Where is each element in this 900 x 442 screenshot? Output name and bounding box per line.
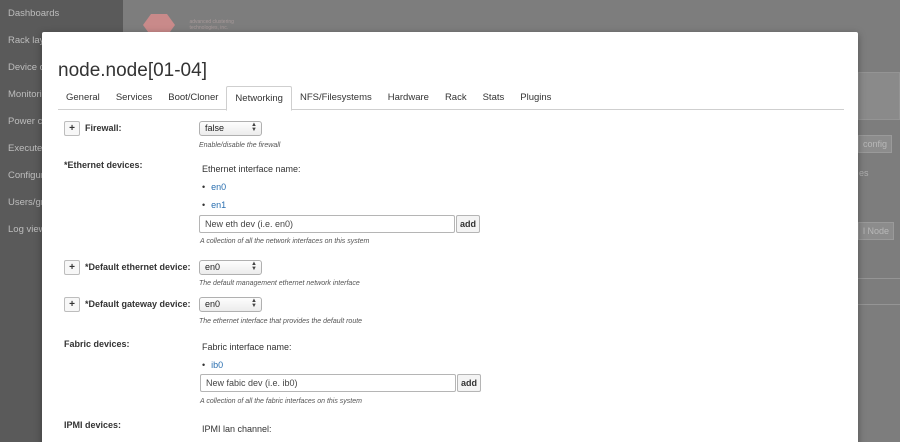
- default-ethernet-select[interactable]: en0 ▲ ▼: [199, 260, 262, 275]
- background-node-button: l Node: [858, 222, 895, 240]
- default-gateway-row: + *Default gateway device:: [64, 297, 191, 312]
- default-ethernet-expand-button[interactable]: +: [64, 260, 80, 275]
- fabric-device-item[interactable]: • ib0: [202, 360, 223, 370]
- ethernet-devices-label: *Ethernet devices:: [64, 160, 143, 170]
- bullet-icon: •: [202, 200, 206, 210]
- bullet-icon: •: [202, 182, 206, 192]
- default-gateway-label: *Default gateway device:: [85, 298, 191, 309]
- ethernet-help: A collection of all the network interfac…: [200, 238, 370, 245]
- background-text: es: [859, 168, 869, 178]
- default-ethernet-help: The default management ethernet network …: [199, 280, 360, 287]
- new-fabric-dev-input[interactable]: New fabic dev (i.e. ib0): [200, 374, 456, 392]
- tab-boot-cloner[interactable]: Boot/Cloner: [160, 86, 226, 110]
- background-divider: [858, 278, 900, 279]
- background-config-button: config: [858, 135, 893, 153]
- modal-tabs: General Services Boot/Cloner Networking …: [58, 86, 844, 111]
- select-arrows-icon: ▲ ▼: [251, 298, 257, 309]
- tab-general[interactable]: General: [58, 86, 108, 110]
- fabric-help: A collection of all the fabric interface…: [200, 398, 362, 405]
- fabric-devices-label: Fabric devices:: [64, 339, 130, 349]
- tab-hardware[interactable]: Hardware: [380, 86, 437, 110]
- ipmi-lan-channel-label: IPMI lan channel:: [202, 424, 272, 434]
- default-ethernet-row: + *Default ethernet device:: [64, 260, 191, 275]
- firewall-label: Firewall:: [85, 122, 122, 133]
- tab-rack[interactable]: Rack: [437, 86, 475, 110]
- default-gateway-select[interactable]: en0 ▲ ▼: [199, 297, 262, 312]
- firewall-select-value: false: [205, 123, 225, 133]
- fabric-interface-label: Fabric interface name:: [202, 342, 292, 352]
- background-divider: [858, 304, 900, 305]
- tab-stats[interactable]: Stats: [475, 86, 513, 110]
- select-arrows-icon: ▲ ▼: [251, 122, 257, 133]
- logo-text: advanced clustering technologies, inc.: [189, 19, 234, 31]
- node-edit-modal: node.node[01-04] General Services Boot/C…: [42, 32, 858, 442]
- ethernet-device-item[interactable]: • en0: [202, 182, 226, 192]
- add-eth-dev-button[interactable]: add: [456, 215, 480, 233]
- ethernet-device-item[interactable]: • en1: [202, 200, 226, 210]
- bullet-icon: •: [202, 360, 206, 370]
- default-ethernet-label: *Default ethernet device:: [85, 261, 191, 272]
- tab-plugins[interactable]: Plugins: [512, 86, 559, 110]
- tab-services[interactable]: Services: [108, 86, 160, 110]
- ipmi-devices-label: IPMI devices:: [64, 420, 122, 430]
- tab-nfs-filesystems[interactable]: NFS/Filesystems: [292, 86, 380, 110]
- firewall-select[interactable]: false ▲ ▼: [199, 121, 262, 136]
- modal-title: node.node[01-04]: [58, 60, 207, 81]
- default-gateway-expand-button[interactable]: +: [64, 297, 80, 312]
- default-ethernet-select-value: en0: [205, 262, 221, 272]
- select-arrows-icon: ▲ ▼: [251, 261, 257, 272]
- tab-networking[interactable]: Networking: [226, 86, 292, 111]
- ethernet-interface-label: Ethernet interface name:: [202, 164, 301, 174]
- add-fabric-dev-button[interactable]: add: [457, 374, 481, 392]
- firewall-row: + Firewall:: [64, 121, 122, 136]
- default-gateway-select-value: en0: [205, 299, 221, 309]
- sidebar-item-dashboards[interactable]: Dashboards: [0, 0, 123, 27]
- background-panel: [858, 72, 900, 120]
- new-eth-dev-input[interactable]: New eth dev (i.e. en0): [199, 215, 455, 233]
- default-gateway-help: The ethernet interface that provides the…: [199, 318, 363, 325]
- firewall-expand-button[interactable]: +: [64, 121, 80, 136]
- firewall-help: Enable/disable the firewall: [199, 142, 281, 149]
